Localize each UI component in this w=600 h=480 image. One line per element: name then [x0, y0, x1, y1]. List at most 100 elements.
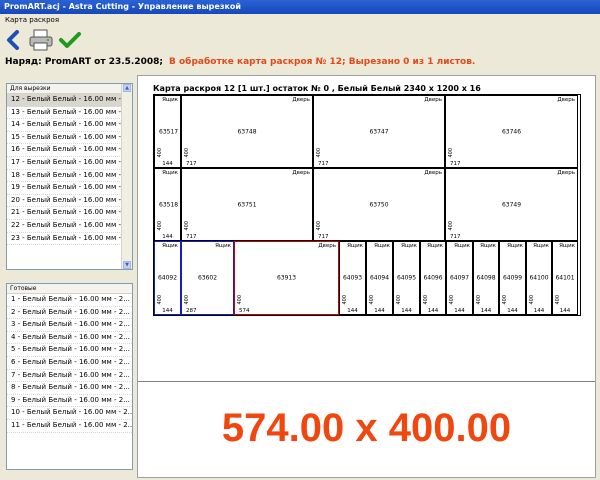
piece-height: 400: [237, 295, 243, 305]
piece-width: 144: [162, 308, 173, 314]
done-list[interactable]: Готовые 1 - Белый Белый - 16.00 мм - 2..…: [6, 283, 133, 470]
list-item[interactable]: 20 - Белый Белый - 16.00 мм - 2...: [7, 195, 132, 208]
cut-piece[interactable]: Ящик 63517 400 144: [154, 95, 181, 168]
back-button[interactable]: [4, 28, 22, 52]
list-item[interactable]: 13 - Белый Белый - 16.00 мм - 2...: [7, 107, 132, 120]
piece-id: 64093: [342, 274, 363, 282]
piece-type: Ящик: [215, 243, 231, 249]
piece-width: 144: [374, 308, 385, 314]
cut-list[interactable]: Для вырезки 12 - Белый Белый - 16.00 мм …: [6, 83, 133, 270]
piece-height: 400: [369, 295, 375, 305]
list-item[interactable]: 11 - Белый Белый - 16.00 мм - 2...: [7, 420, 132, 433]
piece-id: 64100: [529, 274, 549, 282]
cut-piece[interactable]: Ящик 64093 400 144: [339, 241, 366, 315]
list-item[interactable]: 12 - Белый Белый - 16.00 мм - 2...: [7, 94, 132, 107]
cut-piece[interactable]: Ящик 64095 400 144: [393, 241, 420, 315]
piece-width: 144: [401, 308, 412, 314]
chevron-left-icon: [7, 30, 19, 50]
list-item[interactable]: 15 - Белый Белый - 16.00 мм - 2...: [7, 132, 132, 145]
cut-piece[interactable]: Ящик 64099 400 144: [499, 241, 526, 315]
list-item[interactable]: 23 - Белый Белый - 16.00 мм - 2...: [7, 233, 132, 246]
list-item[interactable]: 7 - Белый Белый - 16.00 мм - 2...: [7, 370, 132, 383]
print-button[interactable]: [28, 28, 54, 52]
piece-height: 400: [316, 148, 322, 158]
cut-piece[interactable]: Ящик 64100 400 144: [526, 241, 552, 315]
piece-width: 717: [318, 234, 329, 240]
cut-piece[interactable]: Ящик 64101 400 144: [552, 241, 578, 315]
cut-piece[interactable]: Ящик 64092 400 144: [154, 241, 181, 315]
list-item[interactable]: 14 - Белый Белый - 16.00 мм - 2...: [7, 119, 132, 132]
cut-piece[interactable]: Дверь 63748 400 717: [181, 95, 313, 168]
piece-height: 400: [157, 295, 163, 305]
cut-piece[interactable]: Ящик 64094 400 144: [366, 241, 393, 315]
confirm-button[interactable]: [58, 28, 82, 52]
cut-piece[interactable]: Ящик 64096 400 144: [420, 241, 446, 315]
printer-icon: [29, 29, 53, 51]
scroll-up-arrow-icon[interactable]: ▲: [123, 84, 131, 92]
cut-piece[interactable]: Дверь 63913 400 574: [234, 241, 339, 315]
piece-type: Ящик: [454, 243, 470, 249]
list-item[interactable]: 10 - Белый Белый - 16.00 мм - 2...: [7, 407, 132, 420]
list-item[interactable]: 17 - Белый Белый - 16.00 мм - 2...: [7, 157, 132, 170]
window-title: PromART.acj - Astra Cutting - Управление…: [0, 0, 600, 14]
piece-height: 400: [184, 148, 190, 158]
list-item[interactable]: 8 - Белый Белый - 16.00 мм - 2...: [7, 382, 132, 395]
list-item[interactable]: 19 - Белый Белый - 16.00 мм - 2...: [7, 182, 132, 195]
list-item[interactable]: 3 - Белый Белый - 16.00 мм - 2...: [7, 319, 132, 332]
checkmark-icon: [59, 32, 81, 48]
cut-piece[interactable]: Ящик 63602 400 287: [181, 241, 234, 315]
piece-height: 400: [157, 221, 163, 231]
piece-type: Ящик: [347, 243, 363, 249]
piece-id: 63748: [237, 128, 257, 135]
piece-type: Дверь: [557, 97, 575, 103]
list-item[interactable]: 5 - Белый Белый - 16.00 мм - 2...: [7, 344, 132, 357]
cut-list-scrollbar[interactable]: ▲ ▼: [121, 84, 132, 269]
piece-width: 144: [533, 308, 545, 314]
piece-type: Дверь: [424, 170, 442, 176]
cut-piece[interactable]: Ящик 63518 400 144: [154, 168, 181, 241]
cut-piece[interactable]: Дверь 63749 400 717: [445, 168, 578, 241]
cut-piece[interactable]: Дверь 63751 400 717: [181, 168, 313, 241]
piece-width: 717: [186, 161, 197, 167]
piece-width: 144: [347, 308, 358, 314]
list-item[interactable]: 1 - Белый Белый - 16.00 мм - 2...: [7, 294, 132, 307]
piece-width: 287: [186, 308, 197, 314]
cut-piece[interactable]: Дверь 63747 400 717: [313, 95, 445, 168]
menu-item-cutting-map[interactable]: Карта раскроя: [0, 14, 600, 26]
piece-type: Ящик: [427, 243, 443, 249]
selected-dimensions: 574.00 x 400.00: [221, 406, 512, 450]
piece-type: Дверь: [292, 170, 310, 176]
piece-id: 64097: [449, 274, 470, 282]
piece-type: Ящик: [559, 243, 575, 249]
piece-id: 63751: [237, 201, 257, 208]
piece-id: 64092: [157, 274, 178, 282]
piece-type: Ящик: [533, 243, 549, 249]
piece-type: Ящик: [162, 170, 178, 176]
list-item[interactable]: 2 - Белый Белый - 16.00 мм - 2...: [7, 307, 132, 320]
list-item[interactable]: 18 - Белый Белый - 16.00 мм - 2...: [7, 170, 132, 183]
piece-type: Дверь: [292, 97, 310, 103]
scroll-down-arrow-icon[interactable]: ▼: [123, 261, 131, 269]
piece-id: 64096: [423, 274, 443, 282]
piece-height: 400: [529, 295, 535, 305]
order-label: Наряд: PromART от 23.5.2008;: [5, 57, 163, 67]
piece-id: 64098: [476, 274, 496, 282]
list-item[interactable]: 22 - Белый Белый - 16.00 мм - 2...: [7, 220, 132, 233]
toolbar: [0, 26, 600, 54]
piece-height: 400: [555, 295, 561, 305]
done-list-header: Готовые: [7, 284, 132, 294]
cut-piece[interactable]: Дверь 63746 400 717: [445, 95, 578, 168]
cut-piece[interactable]: Ящик 64098 400 144: [473, 241, 499, 315]
cut-piece[interactable]: Ящик 64097 400 144: [446, 241, 473, 315]
piece-id: 64095: [396, 274, 417, 282]
piece-width: 144: [507, 308, 518, 314]
sheet: Ящик 63517 400 144 Дверь 63748 400 717 Дверь 6374…: [153, 94, 581, 316]
list-item[interactable]: 21 - Белый Белый - 16.00 мм - 2...: [7, 207, 132, 220]
list-item[interactable]: 4 - Белый Белый - 16.00 мм - 2...: [7, 332, 132, 345]
list-item[interactable]: 16 - Белый Белый - 16.00 мм - 2...: [7, 144, 132, 157]
list-item[interactable]: 6 - Белый Белый - 16.00 мм - 2...: [7, 357, 132, 370]
cut-piece[interactable]: Дверь 63750 400 717: [313, 168, 445, 241]
list-item[interactable]: 9 - Белый Белый - 16.00 мм - 2...: [7, 395, 132, 408]
piece-id: 63913: [276, 274, 297, 282]
piece-height: 400: [448, 221, 454, 231]
